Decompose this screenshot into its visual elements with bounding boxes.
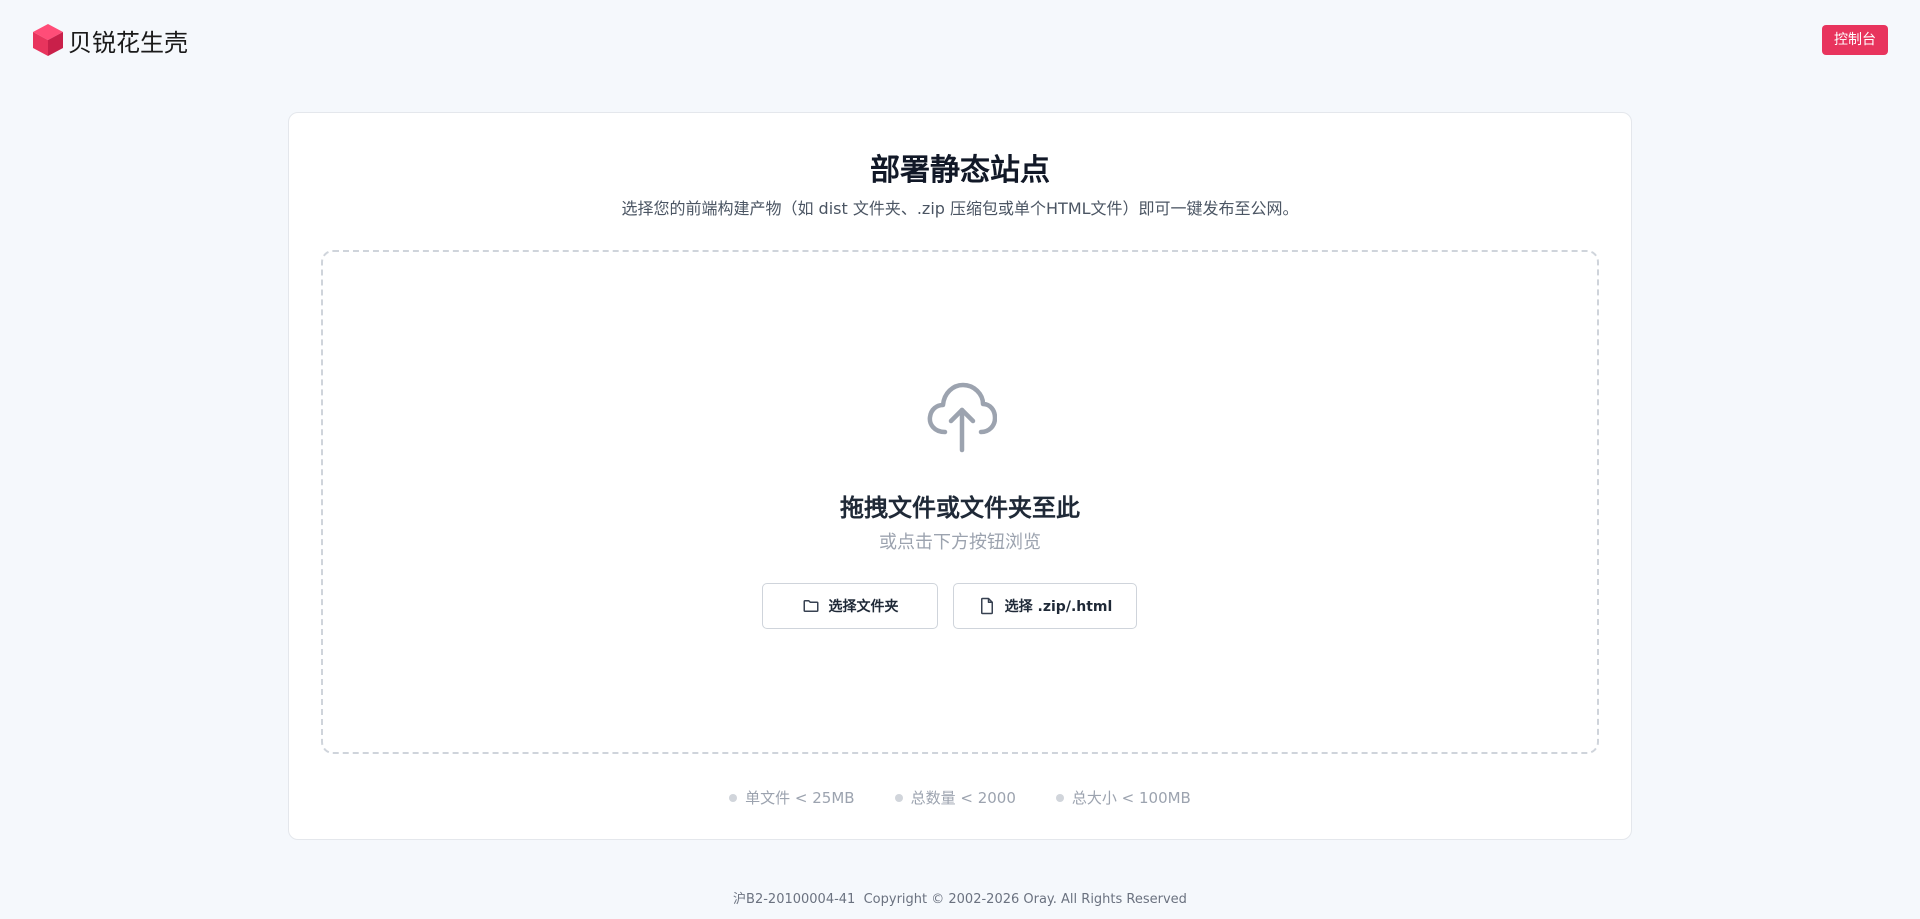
brand-name: 贝锐花生壳 <box>68 28 188 57</box>
file-dropzone[interactable]: 拖拽文件或文件夹至此 或点击下方按钮浏览 选择文件夹 选择 .zip/.html <box>321 250 1599 754</box>
select-folder-button[interactable]: 选择文件夹 <box>762 583 938 629</box>
cloud-upload-icon <box>927 382 997 453</box>
folder-icon <box>803 600 818 612</box>
copyright-text: Copyright © 2002-2026 Oray. All Rights R… <box>863 892 1187 907</box>
bullet-dot <box>1055 793 1064 802</box>
limit-file-count: 总数量 < 2000 <box>910 789 1016 807</box>
page-subtitle: 选择您的前端构建产物（如 dist 文件夹、.zip 压缩包或单个HTML文件）… <box>621 199 1299 218</box>
select-folder-label: 选择文件夹 <box>828 599 899 615</box>
console-button[interactable]: 控制台 <box>1822 25 1888 55</box>
cube-logo-icon <box>33 24 63 56</box>
select-zip-html-button[interactable]: 选择 .zip/.html <box>953 583 1137 629</box>
page-footer: 沪B2-20100004-41 Copyright © 2002-2026 Or… <box>0 888 1920 907</box>
dropzone-hint: 或点击下方按钮浏览 <box>879 532 1041 553</box>
top-header: 贝锐花生壳 控制台 <box>0 0 1920 80</box>
file-icon <box>980 597 993 615</box>
icp-license[interactable]: 沪B2-20100004-41 <box>733 892 855 907</box>
brand-logo[interactable]: 贝锐花生壳 <box>32 22 188 58</box>
limit-item: 总数量 < 2000 <box>894 787 1016 808</box>
upload-limits: 单文件 < 25MB 总数量 < 2000 总大小 < 100MB <box>289 787 1631 808</box>
limit-item: 单文件 < 25MB <box>729 787 855 808</box>
bullet-dot <box>729 793 738 802</box>
page-title: 部署静态站点 <box>870 153 1050 188</box>
bullet-dot <box>894 793 903 802</box>
dropzone-title: 拖拽文件或文件夹至此 <box>840 494 1080 522</box>
limit-total-size: 总大小 < 100MB <box>1071 789 1191 807</box>
select-zip-html-label: 选择 .zip/.html <box>1004 599 1113 615</box>
deploy-card: 部署静态站点 选择您的前端构建产物（如 dist 文件夹、.zip 压缩包或单个… <box>288 112 1632 840</box>
limit-item: 总大小 < 100MB <box>1055 787 1191 808</box>
limit-file-size: 单文件 < 25MB <box>745 789 855 807</box>
